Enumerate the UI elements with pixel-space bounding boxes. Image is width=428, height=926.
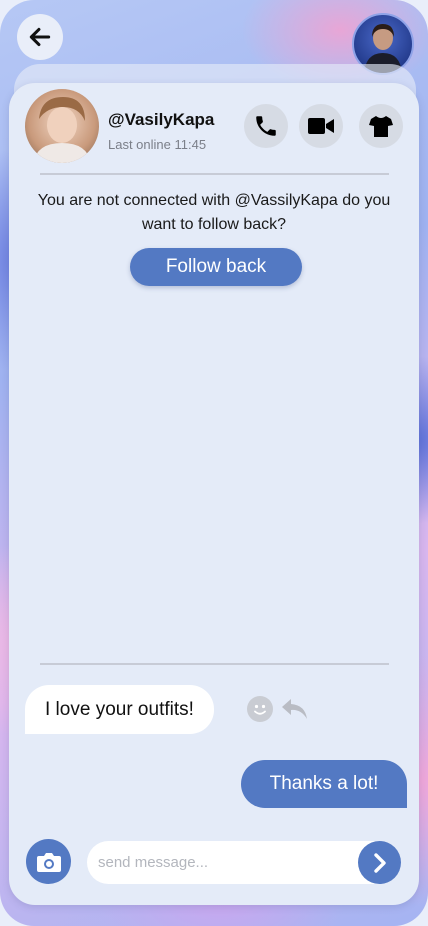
tshirt-icon bbox=[369, 116, 393, 137]
reply-button[interactable] bbox=[279, 695, 309, 723]
contact-username: @VasilyKapa bbox=[108, 110, 215, 129]
message-input[interactable] bbox=[87, 841, 401, 884]
incoming-message: I love your outfits! bbox=[25, 685, 214, 734]
follow-back-button[interactable]: Follow back bbox=[130, 248, 302, 286]
phone-icon bbox=[256, 116, 276, 136]
last-online-status: Last online 11:45 bbox=[108, 137, 207, 152]
chat-panel: @VasilyKapa Last online 11:45 You are no… bbox=[9, 83, 419, 905]
chevron-right-icon bbox=[373, 852, 386, 873]
video-camera-icon bbox=[308, 118, 334, 134]
camera-button[interactable] bbox=[26, 839, 71, 884]
video-call-button[interactable] bbox=[299, 104, 343, 148]
contact-photo bbox=[33, 97, 91, 163]
outgoing-message: Thanks a lot! bbox=[241, 760, 407, 808]
connection-notice: You are not connected with @VassilyKapa … bbox=[37, 192, 391, 233]
react-emoji-button[interactable] bbox=[247, 696, 273, 722]
chat-screen: @VasilyKapa Last online 11:45 You are no… bbox=[0, 0, 428, 926]
outfit-button[interactable] bbox=[359, 104, 403, 148]
camera-icon bbox=[36, 852, 61, 872]
arrow-left-icon bbox=[29, 27, 51, 47]
messages-divider bbox=[40, 663, 389, 665]
header-divider bbox=[40, 173, 389, 175]
send-button[interactable] bbox=[358, 841, 401, 884]
smiley-icon bbox=[254, 704, 266, 715]
back-button[interactable] bbox=[17, 14, 63, 60]
contact-avatar[interactable] bbox=[25, 89, 99, 163]
call-button[interactable] bbox=[244, 104, 288, 148]
reply-icon bbox=[282, 699, 307, 719]
